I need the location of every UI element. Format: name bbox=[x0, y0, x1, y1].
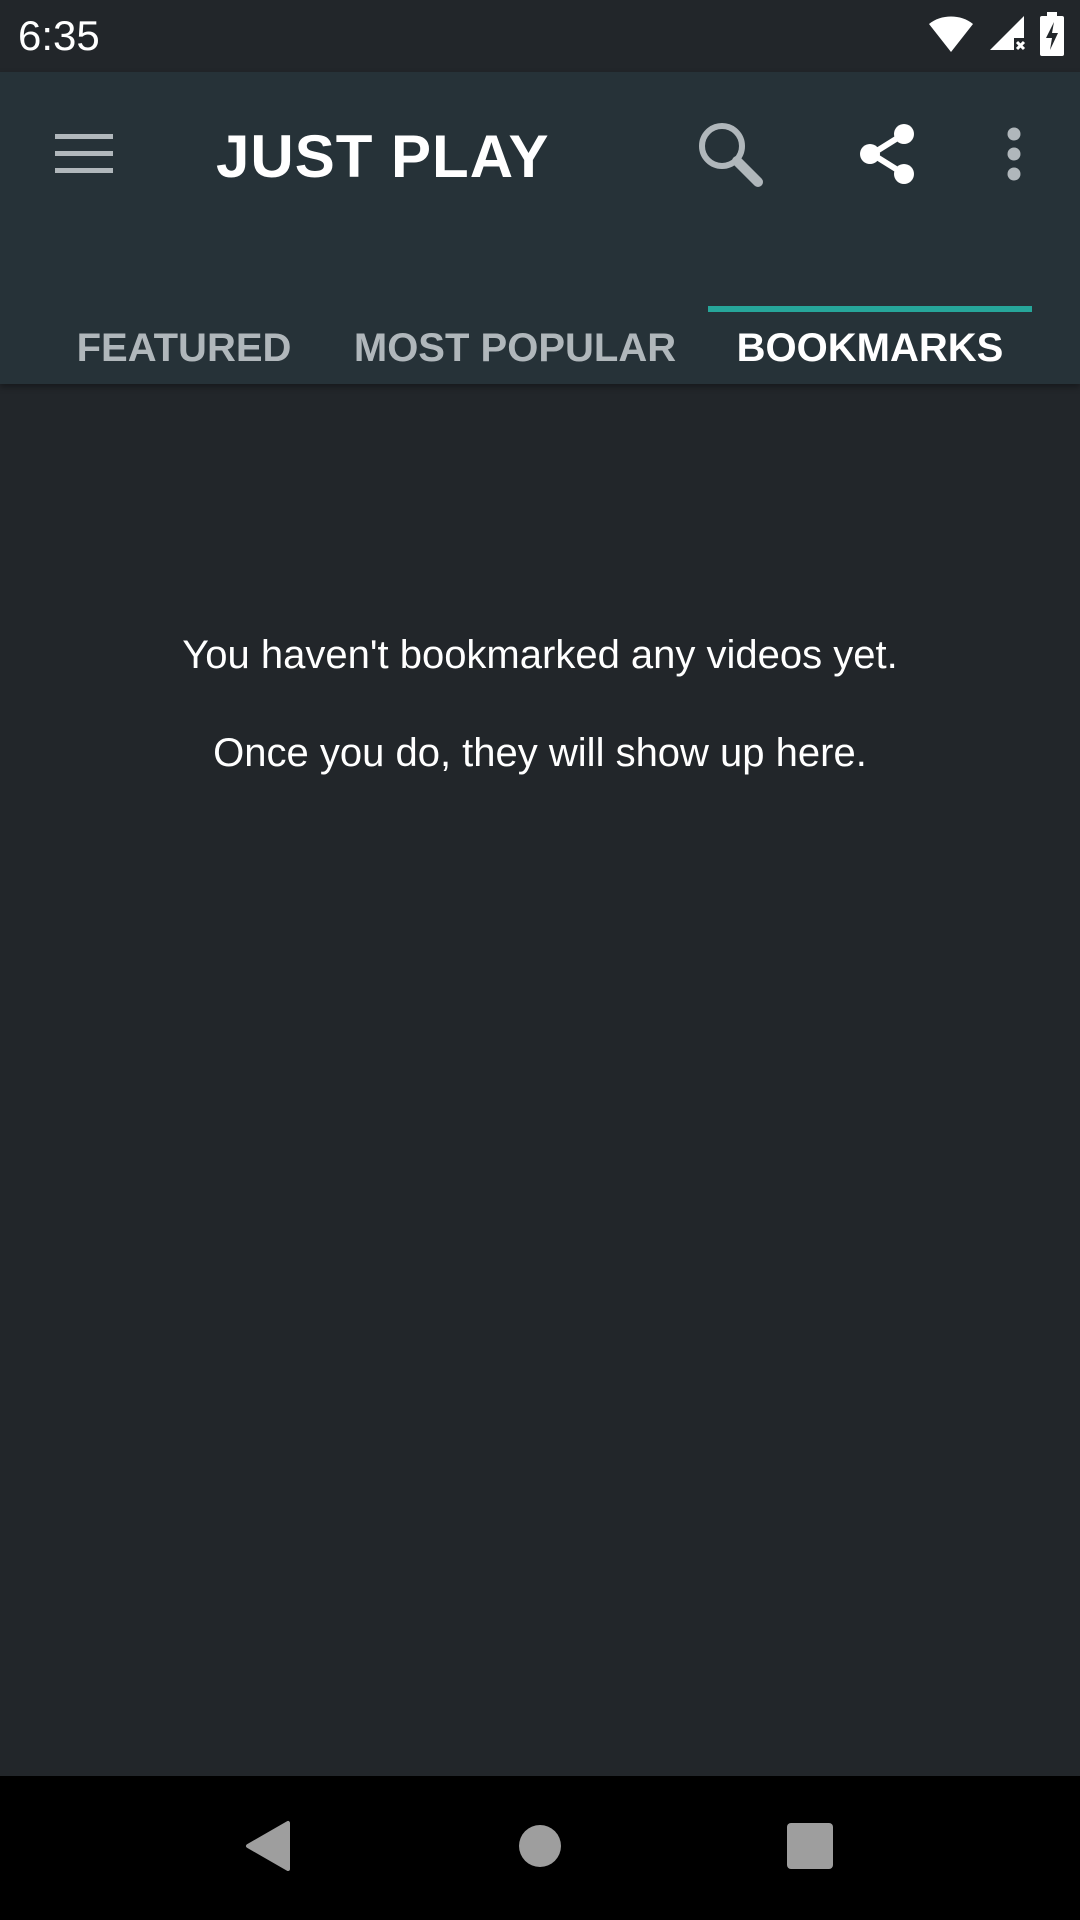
tab-bookmarks[interactable]: BOOKMARKS bbox=[708, 312, 1032, 384]
share-button[interactable] bbox=[844, 112, 932, 200]
more-vert-icon bbox=[1006, 127, 1022, 186]
battery-charging-icon bbox=[1040, 11, 1064, 61]
status-icons bbox=[928, 11, 1064, 61]
cellular-no-signal-icon bbox=[988, 14, 1026, 59]
status-time: 6:35 bbox=[18, 12, 100, 59]
app-bar: JUST PLAY FEATURED MOST POPULAR BOOKMARK… bbox=[0, 72, 1080, 384]
app-title: JUST PLAY bbox=[216, 123, 550, 190]
tab-featured[interactable]: FEATURED bbox=[44, 312, 324, 384]
wifi-icon bbox=[928, 14, 974, 59]
tab-most-popular[interactable]: MOST POPULAR bbox=[340, 312, 690, 384]
recents-icon bbox=[787, 1822, 833, 1874]
share-icon bbox=[858, 123, 918, 190]
empty-hint: Once you do, they will show up here. bbox=[213, 731, 867, 775]
more-options-button[interactable] bbox=[970, 112, 1058, 200]
empty-message: You haven't bookmarked any videos yet. bbox=[182, 633, 898, 677]
tab-indicator bbox=[708, 306, 1032, 312]
status-bar: 6:35 bbox=[0, 0, 1080, 72]
navigation-bar bbox=[0, 1776, 1080, 1920]
back-icon bbox=[244, 1819, 292, 1878]
menu-icon bbox=[55, 133, 113, 180]
home-icon bbox=[518, 1824, 562, 1873]
back-button[interactable] bbox=[218, 1798, 318, 1898]
search-icon bbox=[696, 120, 764, 193]
menu-button[interactable] bbox=[40, 112, 128, 200]
search-button[interactable] bbox=[686, 112, 774, 200]
recents-button[interactable] bbox=[760, 1798, 860, 1898]
home-button[interactable] bbox=[490, 1798, 590, 1898]
tab-bar: FEATURED MOST POPULAR BOOKMARKS bbox=[0, 312, 1080, 384]
